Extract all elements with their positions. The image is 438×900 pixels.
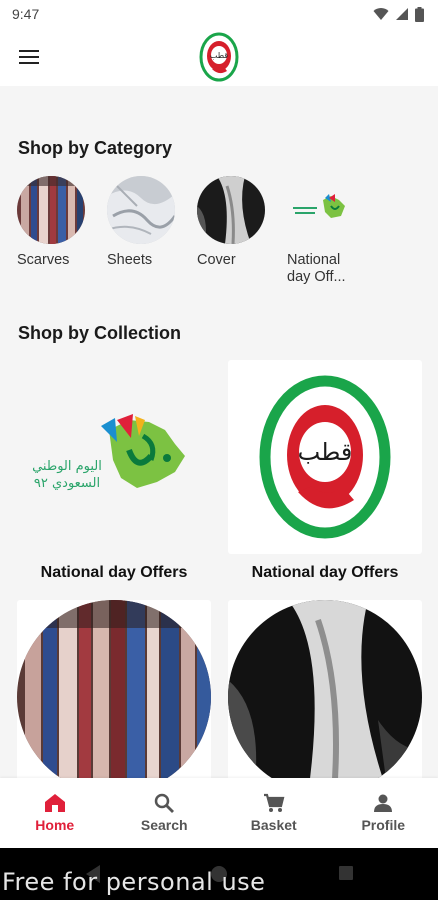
category-image-national-day — [287, 176, 355, 244]
collection-card-national-day[interactable]: اليوم الوطني السعودي ٩٢ — [17, 360, 211, 554]
category-item-scarves[interactable]: Scarves — [17, 176, 85, 286]
app-bar: قطب — [0, 28, 438, 86]
category-section-title: Shop by Category — [18, 138, 173, 158]
category-image-scarves — [17, 176, 85, 244]
national-day-logo: اليوم الوطني السعودي ٩٢ — [32, 414, 185, 491]
svg-text:قطب: قطب — [210, 51, 228, 60]
brand-logo-large: قطب — [259, 375, 391, 539]
category-item-national-day[interactable]: National day Off... — [287, 176, 355, 286]
nav-label: Home — [35, 817, 75, 833]
category-label: Scarves — [17, 252, 70, 268]
category-image-cover — [197, 176, 265, 244]
collection-label: National day Offers — [251, 564, 399, 581]
bottom-nav: Home Search Basket Profile — [0, 778, 438, 848]
nav-search[interactable]: Search — [110, 778, 220, 848]
status-bar: 9:47 — [0, 0, 438, 28]
menu-icon — [19, 50, 39, 64]
nav-profile[interactable]: Profile — [329, 778, 438, 848]
scarves-image — [17, 600, 211, 794]
category-label: Sheets — [107, 252, 153, 268]
category-item-sheets[interactable]: Sheets — [107, 176, 175, 286]
menu-button[interactable] — [14, 42, 44, 72]
collection-card-brand[interactable]: قطب — [228, 360, 422, 554]
cart-icon — [263, 793, 285, 812]
cover-image — [228, 600, 422, 794]
category-list: Scarves Sheets Cover National day Off... — [17, 176, 355, 286]
watermark: Free for personal use — [2, 868, 266, 896]
national-logo-line1: اليوم الوطني — [32, 459, 102, 474]
person-icon — [374, 794, 393, 812]
brand-logo-text: قطب — [298, 438, 353, 466]
status-icons — [373, 6, 424, 22]
national-logo-line2: السعودي ٩٢ — [34, 476, 100, 491]
recents-icon[interactable] — [338, 865, 354, 881]
category-image-sheets — [107, 176, 175, 244]
nav-label: Basket — [250, 817, 297, 833]
collection-section-title: Shop by Collection — [18, 323, 182, 343]
category-label: National day Off... — [287, 252, 346, 285]
collection-label: National day Offers — [40, 564, 188, 581]
nav-label: Search — [140, 817, 188, 833]
wifi-icon — [373, 8, 389, 20]
search-icon — [155, 793, 175, 813]
signal-icon — [396, 8, 408, 20]
collection-card-scarves[interactable] — [17, 600, 211, 794]
home-icon — [44, 794, 65, 812]
nav-home[interactable]: Home — [0, 778, 110, 848]
category-label: Cover — [197, 252, 236, 268]
collection-card-cover[interactable] — [228, 600, 422, 794]
brand-logo[interactable]: قطب — [199, 32, 239, 82]
category-item-cover[interactable]: Cover — [197, 176, 265, 286]
nav-basket[interactable]: Basket — [219, 778, 329, 848]
status-time: 9:47 — [12, 6, 40, 22]
nav-label: Profile — [361, 817, 406, 833]
battery-icon — [415, 6, 424, 22]
